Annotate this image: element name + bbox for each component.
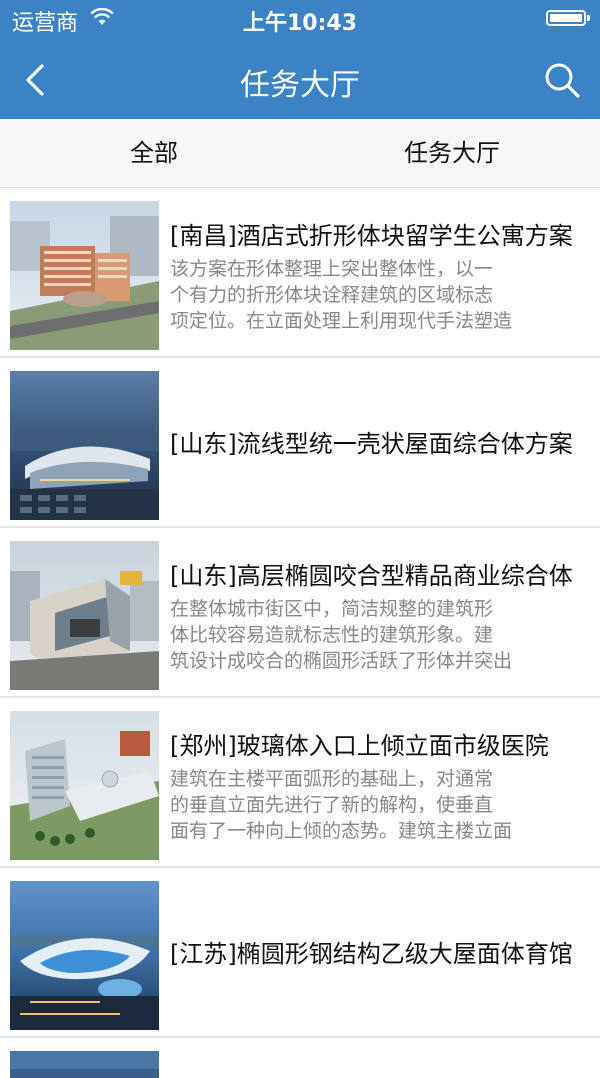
list-item[interactable]: [江苏]椭圆形钢结构乙级大屋面体育馆 bbox=[0, 868, 600, 1038]
desc-line: 建筑在主楼平面弧形的基础上，对通常 bbox=[170, 768, 494, 790]
item-description: 建筑在主楼平面弧形的基础上，对通常 的垂直立面先进行了新的解构，使垂直 面有了一… bbox=[170, 766, 586, 844]
desc-line: 筑设计成咬合的椭圆形活跃了形体并突出 bbox=[170, 650, 513, 672]
list-item[interactable]: [南昌]酒店式折形体块留学生公寓方案 该方案在形体整理上突出整体性，以一 个有力… bbox=[0, 188, 600, 358]
filter-tabs: 全部 任务大厅 bbox=[0, 119, 600, 188]
item-description: 在整体城市街区中，简洁规整的建筑形 体比较容易造就标志性的建筑形象。建 筑设计成… bbox=[170, 596, 586, 674]
battery-icon bbox=[546, 10, 590, 26]
project-thumbnail bbox=[10, 541, 159, 690]
status-time: 上午10:43 bbox=[242, 11, 358, 36]
desc-line: 项定位。在立面处理上利用现代手法塑造 bbox=[170, 310, 513, 332]
desc-line: 面有了一种向上倾的态势。建筑主楼立面 bbox=[170, 820, 513, 842]
status-bar: 运营商 上午10:43 bbox=[0, 0, 600, 40]
project-thumbnail bbox=[10, 371, 159, 520]
list-item[interactable]: [山东]高层椭圆咬合型精品商业综合体 在整体城市街区中，简洁规整的建筑形 体比较… bbox=[0, 528, 600, 698]
project-thumbnail bbox=[10, 201, 159, 350]
desc-line: 的垂直立面先进行了新的解构，使垂直 bbox=[170, 794, 494, 816]
item-title: [南昌]酒店式折形体块留学生公寓方案 bbox=[170, 222, 573, 250]
project-thumbnail bbox=[10, 711, 159, 860]
list-item[interactable]: [郑州]玻璃体入口上倾立面市级医院 建筑在主楼平面弧形的基础上，对通常 的垂直立… bbox=[0, 698, 600, 868]
item-title: [山东]高层椭圆咬合型精品商业综合体 bbox=[170, 562, 573, 590]
project-thumbnail bbox=[10, 881, 159, 1030]
search-icon[interactable] bbox=[542, 60, 582, 100]
list-item-partial[interactable] bbox=[0, 1038, 600, 1078]
tab-task-hall[interactable]: 任务大厅 bbox=[404, 119, 500, 187]
desc-line: 体比较容易造就标志性的建筑形象。建 bbox=[170, 624, 494, 646]
desc-line: 个有力的折形体块诠释建筑的区域标志 bbox=[170, 284, 494, 306]
desc-line: 该方案在形体整理上突出整体性，以一 bbox=[170, 258, 494, 280]
header-area: 运营商 上午10:43 任务大厅 bbox=[0, 0, 600, 119]
page-title: 任务大厅 bbox=[240, 68, 360, 103]
task-list: [南昌]酒店式折形体块留学生公寓方案 该方案在形体整理上突出整体性，以一 个有力… bbox=[0, 188, 600, 1078]
navigation-bar: 任务大厅 bbox=[0, 40, 600, 119]
item-description: 该方案在形体整理上突出整体性，以一 个有力的折形体块诠释建筑的区域标志 项定位。… bbox=[170, 256, 586, 334]
item-title: [郑州]玻璃体入口上倾立面市级医院 bbox=[170, 732, 549, 760]
tab-all[interactable]: 全部 bbox=[130, 119, 178, 187]
item-title: [江苏]椭圆形钢结构乙级大屋面体育馆 bbox=[170, 940, 573, 968]
list-item[interactable]: [山东]流线型统一壳状屋面综合体方案 bbox=[0, 358, 600, 528]
item-title: [山东]流线型统一壳状屋面综合体方案 bbox=[170, 430, 573, 458]
desc-line: 在整体城市街区中，简洁规整的建筑形 bbox=[170, 598, 494, 620]
